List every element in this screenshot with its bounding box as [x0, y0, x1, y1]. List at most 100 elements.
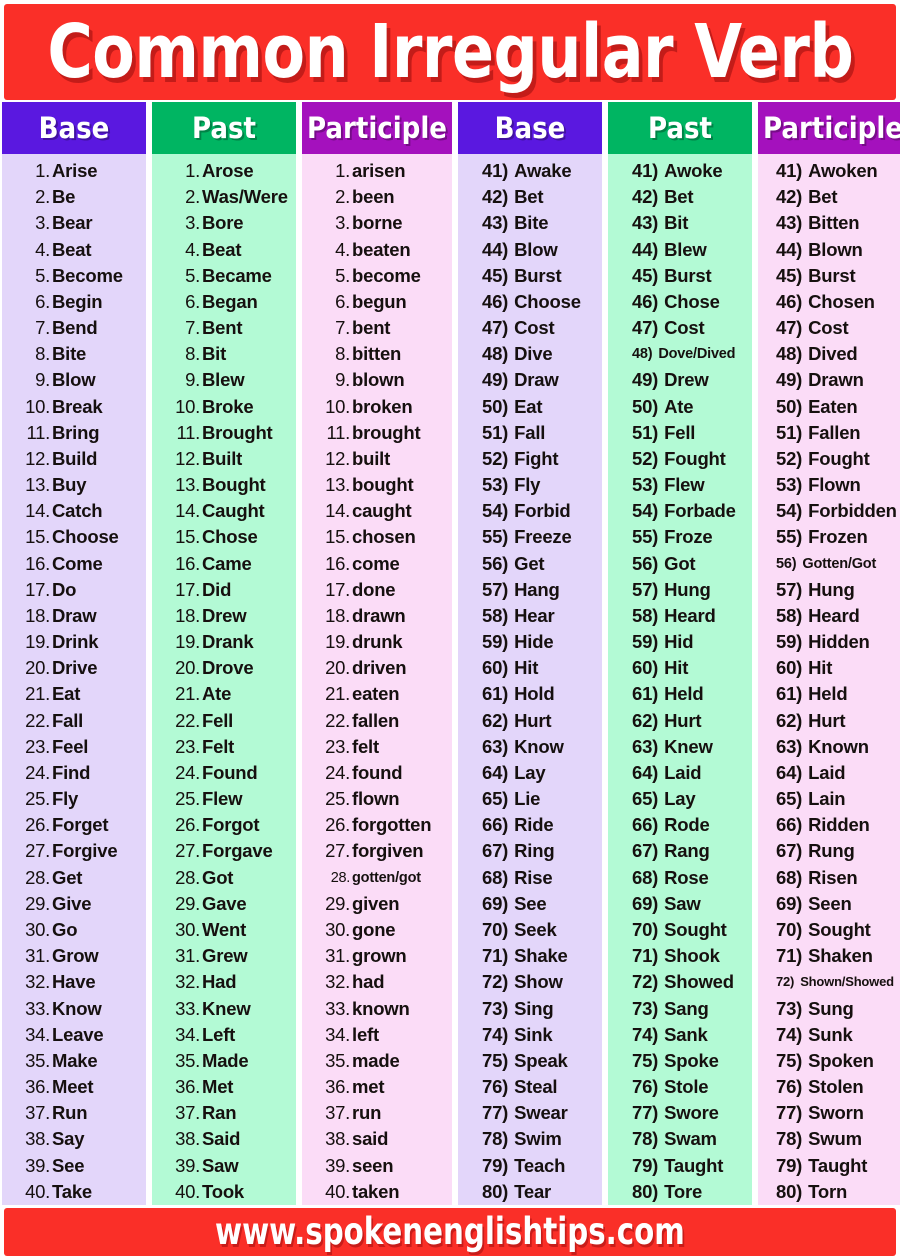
entry-number: 38. — [25, 1128, 50, 1150]
entry-number: 40. — [325, 1180, 350, 1202]
entry-word: Chose — [664, 290, 720, 312]
verb-entry: 74) Sink — [458, 1022, 602, 1048]
entry-number: 23. — [325, 735, 350, 757]
verb-entry: 56) Get — [458, 551, 602, 577]
verb-entry: 68) Risen — [758, 865, 900, 891]
verb-entry: 55) Froze — [608, 524, 752, 550]
entry-word: Hide — [514, 631, 554, 653]
entry-word: gone — [352, 918, 396, 940]
entry-number: 46) — [632, 290, 659, 312]
entry-number: 48) — [776, 343, 803, 365]
verb-entry: 39. Saw — [152, 1153, 296, 1179]
entry-number: 40. — [25, 1180, 50, 1202]
entry-number: 12. — [175, 447, 200, 469]
entry-word: grown — [352, 945, 407, 967]
verb-entry: 51) Fall — [458, 420, 602, 446]
verb-entry: 37. run — [302, 1100, 452, 1126]
entry-number: 11. — [326, 421, 351, 443]
entry-number: 43) — [632, 212, 659, 234]
header-past-1: Past — [152, 102, 296, 154]
verb-entry: 36. Meet — [2, 1074, 146, 1100]
entry-number: 27. — [175, 840, 200, 862]
entry-word: Rode — [664, 814, 710, 836]
verb-entry: 59) Hide — [458, 629, 602, 655]
entry-number: 74) — [482, 1023, 509, 1045]
verb-entry: 60) Hit — [608, 655, 752, 681]
entry-word: Risen — [808, 866, 858, 888]
entry-number: 42) — [632, 186, 659, 208]
entry-number: 17. — [175, 578, 200, 600]
entry-number: 78) — [482, 1128, 509, 1150]
entry-word: Cost — [808, 317, 849, 339]
entry-word: Got — [202, 866, 234, 888]
entry-number: 3. — [35, 212, 50, 234]
verb-entry: 33. known — [302, 996, 452, 1022]
verb-entry: 71) Shaken — [758, 943, 900, 969]
verb-entry: 47) Cost — [458, 315, 602, 341]
entry-number: 48) — [482, 343, 509, 365]
entry-number: 56) — [482, 552, 509, 574]
entry-number: 79) — [632, 1154, 659, 1176]
verb-entry: 8. Bite — [2, 341, 146, 367]
verb-entry: 52) Fought — [608, 446, 752, 472]
header-past-2: Past — [608, 102, 752, 154]
entry-word: Freeze — [514, 526, 572, 548]
entry-number: 31. — [25, 945, 50, 967]
entry-word: Bitten — [808, 212, 860, 234]
verb-entry: 2. Be — [2, 184, 146, 210]
entry-number: 58) — [482, 604, 509, 626]
entry-word: Laid — [664, 761, 702, 783]
entry-number: 26. — [325, 814, 350, 836]
verb-entry: 25. flown — [302, 786, 452, 812]
entry-number: 17. — [25, 578, 50, 600]
entry-number: 53) — [632, 474, 659, 496]
verb-entry: 4. beaten — [302, 237, 452, 263]
entry-word: Arose — [202, 160, 254, 181]
verb-entry: 50) Eat — [458, 394, 602, 420]
entry-word: Heard — [808, 604, 860, 626]
entry-number: 20. — [325, 657, 350, 679]
entry-word: Drink — [52, 631, 99, 653]
entry-word: Made — [202, 1049, 249, 1071]
entry-number: 1. — [335, 160, 350, 181]
verb-entry: 64) Laid — [608, 760, 752, 786]
verb-entry: 27. forgiven — [302, 838, 452, 864]
verb-entry: 65) Lie — [458, 786, 602, 812]
verb-entry: 21. Eat — [2, 681, 146, 707]
entry-number: 65) — [632, 788, 659, 810]
entry-number: 78) — [632, 1128, 659, 1150]
entry-number: 21. — [175, 683, 200, 705]
entry-number: 50) — [632, 395, 659, 417]
entry-word: felt — [352, 735, 379, 757]
verb-entry: 18. drawn — [302, 603, 452, 629]
entry-word: Cost — [664, 317, 705, 339]
verb-entry: 35. made — [302, 1048, 452, 1074]
entry-number: 33. — [25, 997, 50, 1019]
entry-word: Awoke — [664, 160, 723, 181]
entry-word: Got — [664, 552, 696, 574]
entry-word: Met — [202, 1076, 234, 1098]
verb-entry: 17. Do — [2, 577, 146, 603]
verb-entry: 72) Show — [458, 969, 602, 995]
entry-word: Felt — [202, 735, 235, 757]
entry-word: Said — [202, 1128, 241, 1150]
entry-number: 32. — [25, 971, 50, 993]
column-headers: Base Past Participle Base Past Participl… — [0, 102, 900, 154]
verb-entry: 25. Flew — [152, 786, 296, 812]
entry-number: 68) — [482, 866, 509, 888]
verb-entry: 29. Give — [2, 891, 146, 917]
entry-number: 2. — [185, 186, 200, 208]
entry-number: 36. — [325, 1076, 350, 1098]
entry-number: 53) — [482, 474, 509, 496]
verb-entry: 71) Shook — [608, 943, 752, 969]
entry-word: Did — [202, 578, 232, 600]
verb-entry: 29. given — [302, 891, 452, 917]
entry-word: Shake — [514, 945, 568, 967]
verb-entry: 55) Freeze — [458, 524, 602, 550]
entry-number: 8. — [185, 343, 200, 365]
entry-word: Had — [202, 971, 237, 993]
entry-number: 7. — [335, 317, 350, 339]
verb-entry: 76) Stolen — [758, 1074, 900, 1100]
entry-number: 50) — [482, 395, 509, 417]
verb-entry: 37. Run — [2, 1100, 146, 1126]
